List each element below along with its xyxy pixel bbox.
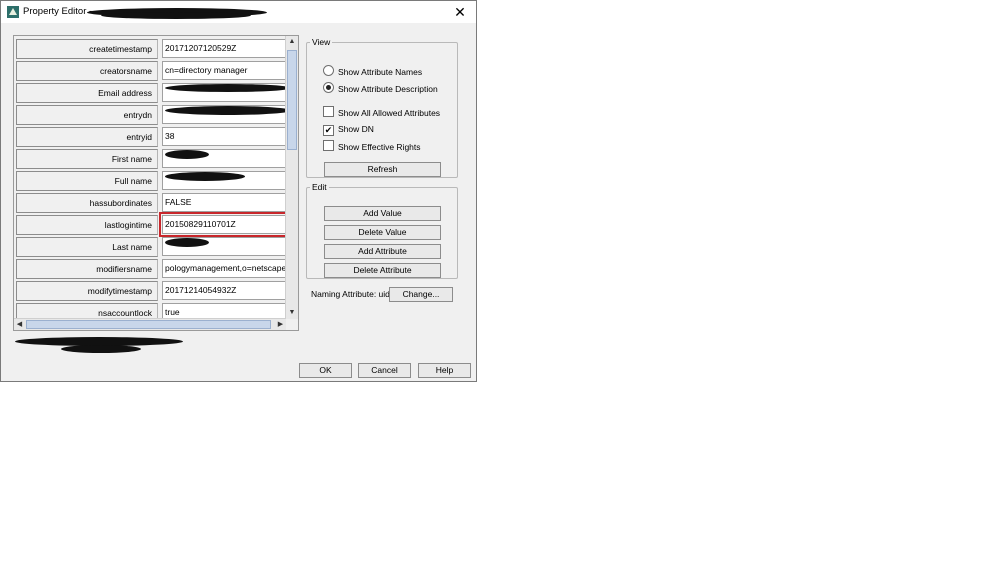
- view-group: View Show Attribute Names Show Attribute…: [306, 37, 458, 178]
- attribute-name[interactable]: hassubordinates: [16, 193, 158, 213]
- redacted-fullname: [165, 172, 245, 181]
- scroll-left-icon[interactable]: ◀: [14, 319, 25, 330]
- highlighted-attribute-value[interactable]: 20150829110701Z: [159, 212, 289, 237]
- delete-value-button[interactable]: Delete Value: [324, 225, 441, 240]
- redacted-firstname: [165, 150, 209, 159]
- horizontal-scroll-thumb[interactable]: [26, 320, 271, 329]
- checkbox-checked-icon: ✔: [323, 125, 334, 136]
- attribute-name[interactable]: modifiersname: [16, 259, 158, 279]
- attribute-value[interactable]: FALSE: [162, 193, 286, 212]
- horizontal-scrollbar[interactable]: ◀ ▶: [14, 318, 286, 330]
- attribute-row: createtimestamp 20171207120529Z: [16, 38, 286, 60]
- attribute-value[interactable]: pologymanagement,o=netscaperoo: [162, 259, 286, 278]
- cancel-button[interactable]: Cancel: [358, 363, 411, 378]
- refresh-button[interactable]: Refresh: [324, 162, 441, 177]
- attribute-name[interactable]: Full name: [16, 171, 158, 191]
- attribute-name[interactable]: Last name: [16, 237, 158, 257]
- help-button[interactable]: Help: [418, 363, 471, 378]
- view-legend: View: [312, 37, 331, 47]
- delete-attribute-button[interactable]: Delete Attribute: [324, 263, 441, 278]
- attribute-row: entryid 38: [16, 126, 286, 148]
- window-title: Property Editor -: [23, 6, 93, 17]
- attribute-value[interactable]: 20171214054932Z: [162, 281, 286, 300]
- checkbox-icon: [323, 106, 334, 117]
- add-attribute-button[interactable]: Add Attribute: [324, 244, 441, 259]
- ok-button[interactable]: OK: [299, 363, 352, 378]
- attribute-row: First name: [16, 148, 286, 170]
- attribute-value[interactable]: 20171207120529Z: [162, 39, 286, 58]
- redacted-email: [165, 84, 291, 92]
- attribute-row: Last name: [16, 236, 286, 258]
- naming-attribute-label: Naming Attribute: uid: [311, 289, 390, 299]
- vertical-scrollbar[interactable]: ▲ ▼: [285, 36, 298, 319]
- property-editor-window: Property Editor - ✕ createtimestamp 20171…: [0, 0, 477, 382]
- change-button[interactable]: Change...: [389, 287, 453, 302]
- radio-selected-icon: [323, 82, 334, 93]
- attribute-row: hassubordinates FALSE: [16, 192, 286, 214]
- close-icon[interactable]: ✕: [452, 4, 468, 21]
- attribute-row: creatorsname cn=directory manager: [16, 60, 286, 82]
- check-show-all-allowed-attributes[interactable]: Show All Allowed Attributes: [323, 106, 440, 118]
- radio-show-attribute-description[interactable]: Show Attribute Description: [323, 82, 438, 94]
- attribute-table: createtimestamp 20171207120529Z creatorsna…: [13, 35, 299, 331]
- radio-show-attribute-names[interactable]: Show Attribute Names: [323, 65, 422, 77]
- checkbox-icon: [323, 140, 334, 151]
- attribute-name[interactable]: modifytimestamp: [16, 281, 158, 301]
- attribute-row: lastlogintime 20150829110701Z: [16, 212, 289, 237]
- attribute-rows: createtimestamp 20171207120529Z creatorsna…: [16, 38, 289, 324]
- vertical-scroll-thumb[interactable]: [287, 50, 297, 150]
- attribute-row: Full name: [16, 170, 286, 192]
- scroll-up-icon[interactable]: ▲: [286, 36, 298, 48]
- edit-legend: Edit: [312, 182, 327, 192]
- title-bar: Property Editor - ✕: [1, 1, 476, 23]
- radio-icon: [323, 65, 334, 76]
- add-value-button[interactable]: Add Value: [324, 206, 441, 221]
- redacted-entrydn: [165, 106, 291, 115]
- attribute-value[interactable]: 38: [162, 127, 286, 146]
- scroll-down-icon[interactable]: ▼: [286, 307, 298, 319]
- app-icon: [7, 6, 19, 18]
- check-show-dn[interactable]: ✔ Show DN: [323, 123, 374, 136]
- scroll-right-icon[interactable]: ▶: [275, 319, 286, 330]
- attribute-name[interactable]: lastlogintime: [16, 215, 158, 235]
- attribute-name[interactable]: entrydn: [16, 105, 158, 125]
- attribute-name[interactable]: Email address: [16, 83, 158, 103]
- check-show-effective-rights[interactable]: Show Effective Rights: [323, 140, 421, 152]
- attribute-row: modifytimestamp 20171214054932Z: [16, 280, 286, 302]
- attribute-name[interactable]: First name: [16, 149, 158, 169]
- attribute-name[interactable]: entryid: [16, 127, 158, 147]
- redacted-lastname: [165, 238, 209, 247]
- attribute-row: modifiersname pologymanagement,o=netscape…: [16, 258, 286, 280]
- attribute-name[interactable]: createtimestamp: [16, 39, 158, 59]
- edit-group: Edit Add Value Delete Value Add Attribut…: [306, 182, 458, 279]
- attribute-name[interactable]: creatorsname: [16, 61, 158, 81]
- attribute-value[interactable]: cn=directory manager: [162, 61, 286, 80]
